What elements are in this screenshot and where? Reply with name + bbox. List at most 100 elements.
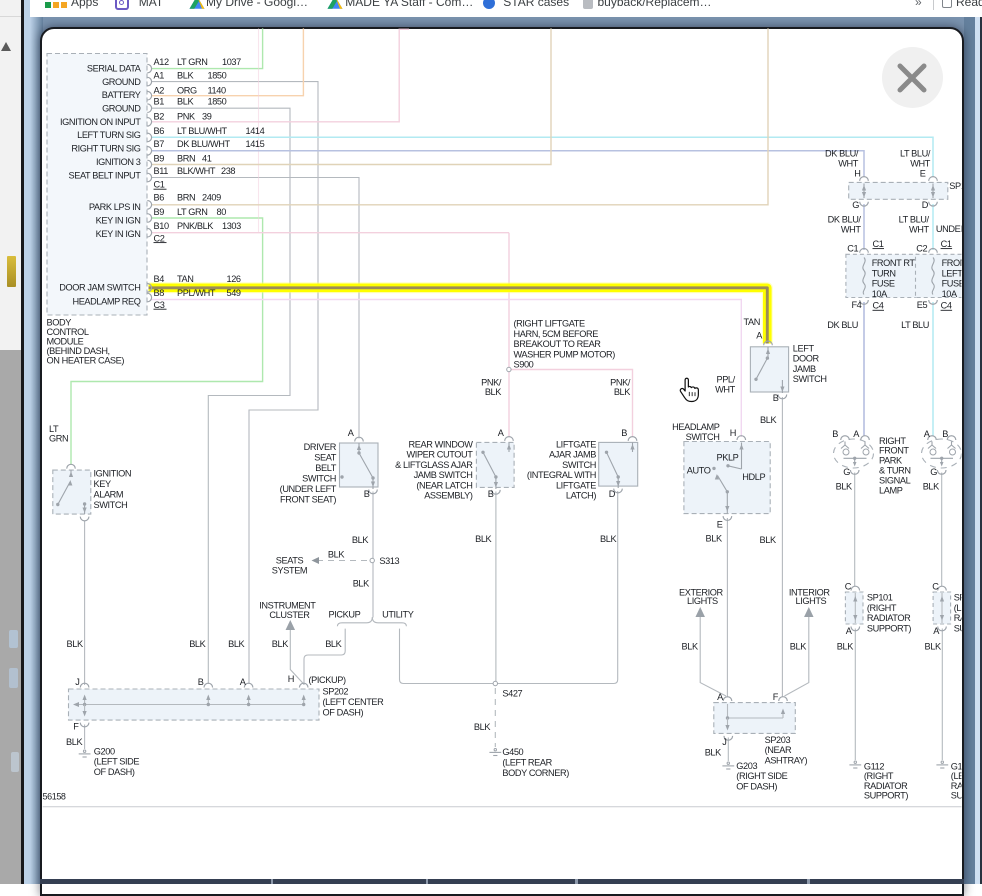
svg-text:A: A [498,428,505,438]
svg-text:BELT: BELT [315,463,336,473]
svg-text:B6: B6 [154,126,165,136]
svg-text:BLK: BLK [925,641,942,651]
svg-text:B6: B6 [154,192,165,202]
svg-text:E: E [717,520,723,530]
svg-text:GROUND: GROUND [102,104,141,114]
svg-text:C: C [932,581,939,591]
svg-text:WHT: WHT [841,225,862,235]
svg-text:LAMP: LAMP [879,485,903,495]
svg-text:SP101: SP101 [867,593,893,603]
svg-text:B: B [773,393,779,403]
svg-text:BLK: BLK [475,534,492,544]
svg-text:PNK/BLK: PNK/BLK [177,221,214,231]
svg-text:BLK: BLK [760,535,777,545]
svg-text:OF DASH): OF DASH) [323,708,364,718]
svg-text:SEATS: SEATS [276,555,304,565]
svg-text:C3: C3 [154,300,165,310]
svg-text:(LEFT SIDE: (LEFT SIDE [94,757,140,767]
svg-text:BLK: BLK [228,639,245,649]
svg-text:HARN, 5CM BEFORE: HARN, 5CM BEFORE [514,329,599,339]
svg-text:1140: 1140 [208,85,226,95]
svg-text:SYSTEM: SYSTEM [272,566,307,576]
svg-text:BLK: BLK [706,534,723,544]
svg-text:(RIGHT LIFTGATE: (RIGHT LIFTGATE [514,319,586,329]
svg-text:LIFTGATE: LIFTGATE [556,480,596,490]
svg-text:B1: B1 [154,96,165,106]
svg-text:ASSEMBLY): ASSEMBLY) [424,491,473,501]
svg-text:CLUSTER: CLUSTER [269,610,310,620]
svg-text:(PICKUP): (PICKUP) [309,675,346,685]
svg-text:FRONT RT: FRONT RT [872,258,916,268]
svg-text:238: 238 [221,166,235,176]
svg-text:BLK: BLK [760,415,777,425]
svg-text:UTILITY: UTILITY [382,609,414,619]
svg-text:10A: 10A [872,289,888,299]
svg-text:WHT: WHT [838,159,859,169]
svg-text:C: C [845,581,852,591]
svg-text:ORG: ORG [177,85,197,95]
svg-text:SUPPORT): SUPPORT) [864,791,908,801]
svg-text:LEFT: LEFT [793,344,815,354]
svg-text:A: A [933,626,940,636]
svg-text:B2: B2 [154,112,165,122]
svg-text:SP203: SP203 [765,735,791,745]
svg-text:H: H [288,674,294,684]
svg-text:DOOR: DOOR [793,354,820,364]
svg-text:80: 80 [217,207,227,217]
svg-text:LT BLU/WHT: LT BLU/WHT [177,126,228,136]
svg-text:(RIGHT: (RIGHT [867,603,897,613]
svg-text:(UNDER LEFT: (UNDER LEFT [280,484,337,494]
svg-text:FUSE: FUSE [942,279,965,289]
svg-text:& LIFTGLASS AJAR: & LIFTGLASS AJAR [395,460,473,470]
svg-text:A: A [240,677,247,687]
svg-text:LIFTGATE: LIFTGATE [556,440,596,450]
svg-text:JAMB SWITCH: JAMB SWITCH [414,470,473,480]
svg-text:WHT: WHT [910,159,931,169]
svg-text:HEADLAMP: HEADLAMP [672,422,720,432]
svg-text:RADIATOR: RADIATOR [864,781,908,791]
svg-text:TAN: TAN [744,317,761,327]
svg-text:SWITCH: SWITCH [793,374,827,384]
svg-text:1850: 1850 [208,71,227,81]
svg-text:E5: E5 [917,300,928,310]
svg-text:A: A [853,429,860,439]
svg-text:LT BLU: LT BLU [901,320,929,330]
svg-text:SEAT: SEAT [314,453,337,463]
svg-text:SWITCH: SWITCH [94,500,128,510]
svg-text:MODULE: MODULE [47,337,84,347]
svg-text:F: F [773,692,779,702]
svg-text:H: H [730,428,736,438]
svg-text:B: B [942,429,948,439]
svg-text:A1: A1 [154,71,165,81]
svg-text:1850: 1850 [208,96,227,106]
svg-text:(NEAR: (NEAR [765,745,792,755]
svg-text:F: F [73,722,79,732]
svg-text:BLK: BLK [67,639,84,649]
svg-text:H: H [854,168,860,178]
svg-text:LATCH): LATCH) [566,491,596,501]
svg-text:IGNITION ON INPUT: IGNITION ON INPUT [60,117,141,127]
svg-text:B: B [832,429,838,439]
svg-text:BLK: BLK [353,578,370,588]
svg-text:BLK: BLK [177,96,194,106]
svg-text:SWITCH: SWITCH [686,432,720,442]
svg-text:(RIGHT SIDE: (RIGHT SIDE [736,771,787,781]
svg-text:S313: S313 [379,556,399,566]
svg-text:(RIGHT: (RIGHT [864,771,894,781]
svg-text:1303: 1303 [222,221,241,231]
svg-text:G112: G112 [864,762,884,772]
svg-text:BLK: BLK [325,639,342,649]
svg-text:LEFT TURN SIG: LEFT TURN SIG [77,130,141,140]
svg-text:39: 39 [202,112,212,122]
svg-text:C1: C1 [941,239,952,249]
svg-text:DRIVER: DRIVER [304,442,337,452]
svg-text:C1: C1 [847,244,858,254]
svg-text:PPL/: PPL/ [716,375,735,385]
svg-text:BLK: BLK [485,387,502,397]
svg-text:(LEFT CENTER: (LEFT CENTER [323,697,385,707]
svg-text:LEFT: LEFT [942,268,964,278]
svg-text:DK BLU: DK BLU [827,320,858,330]
svg-text:SP202: SP202 [323,687,349,697]
svg-text:BLK/WHT: BLK/WHT [177,166,216,176]
svg-text:G: G [930,467,937,477]
